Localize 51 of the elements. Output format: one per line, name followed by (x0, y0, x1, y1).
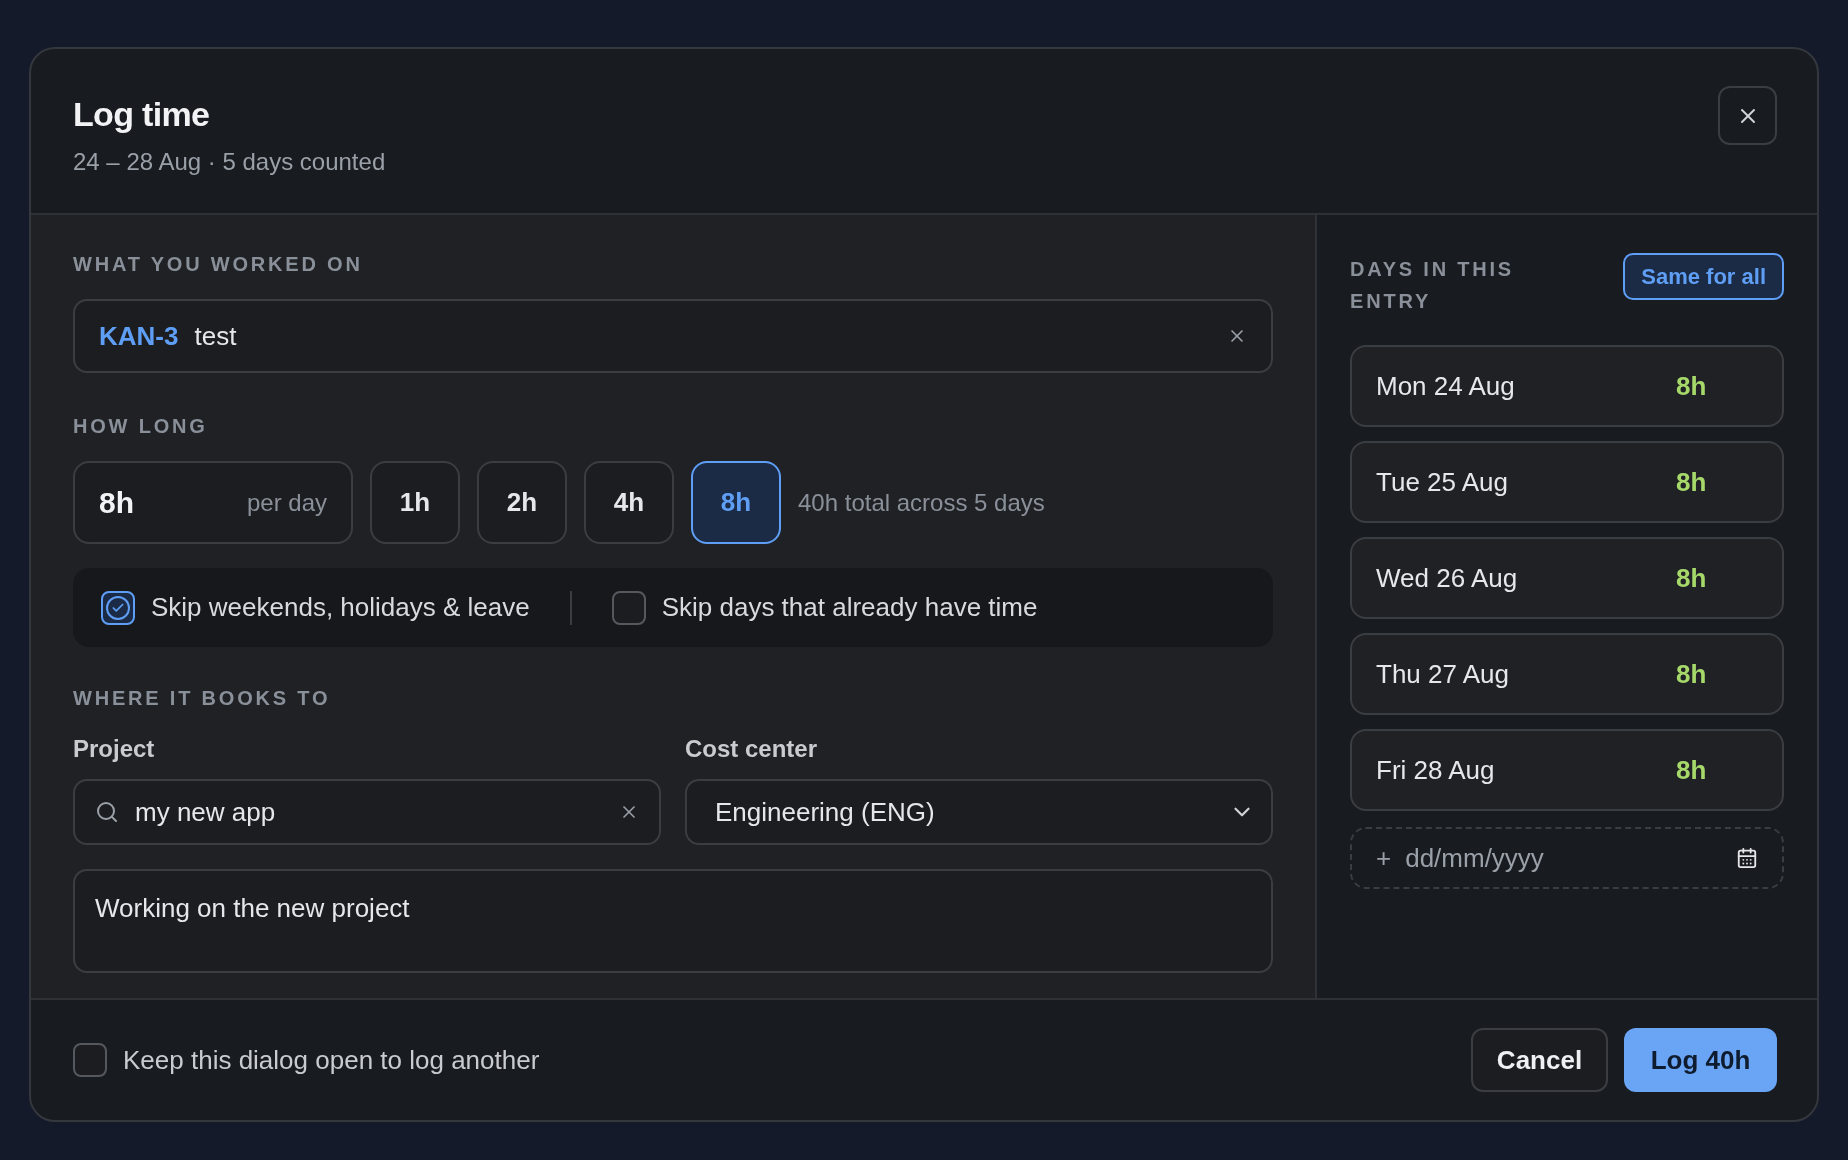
calendar-icon[interactable] (1736, 847, 1758, 869)
option-label: Skip days that already have time (661, 591, 1038, 624)
issue-title: test (194, 319, 238, 353)
task-field[interactable]: KAN-3 test (73, 299, 1273, 373)
field-label: Cost center (685, 734, 819, 764)
field-label: Project (73, 734, 156, 764)
preset-button[interactable]: 1h (370, 461, 460, 544)
description-field[interactable]: Working on the new project (73, 869, 1273, 973)
day-row[interactable]: Fri 28 Aug 8h (1350, 729, 1784, 811)
hours-per-day-field[interactable]: 8h per day (73, 461, 353, 544)
day-hours: 8h (1676, 657, 1707, 691)
day-date: Mon 24 Aug (1376, 369, 1516, 403)
submit-button[interactable]: Log 40h (1624, 1028, 1777, 1092)
day-row[interactable]: Thu 27 Aug 8h (1350, 633, 1784, 715)
dialog-title: Log time (73, 94, 211, 135)
day-date: Tue 25 Aug (1376, 465, 1510, 499)
day-hours: 8h (1676, 753, 1707, 787)
search-icon (95, 800, 119, 824)
checkbox[interactable] (73, 1043, 107, 1077)
day-row[interactable]: Mon 24 Aug 8h (1350, 345, 1784, 427)
section-label: HOW LONG (73, 414, 209, 439)
section-label: DAYS IN THIS ENTRY (1350, 257, 1515, 314)
day-date: Wed 26 Aug (1376, 561, 1519, 595)
day-hours: 8h (1676, 561, 1707, 595)
section-label: WHERE IT BOOKS TO (73, 686, 332, 711)
preset-button[interactable]: 2h (477, 461, 567, 544)
checkbox[interactable] (611, 590, 646, 625)
day-date: Fri 28 Aug (1376, 753, 1496, 787)
checked-checkbox[interactable] (101, 590, 135, 625)
day-hours: 8h (1676, 465, 1707, 499)
total-summary: 40h total across 5 days (798, 487, 1045, 518)
cost-center-dropdown[interactable]: Engineering (ENG) (685, 779, 1273, 845)
section-label: WHAT YOU WORKED ON (73, 252, 364, 277)
check-icon (106, 595, 130, 620)
preset-button[interactable]: 4h (584, 461, 674, 544)
day-row[interactable]: Tue 25 Aug 8h (1350, 441, 1784, 523)
day-date: Thu 27 Aug (1376, 657, 1510, 691)
preset-button[interactable]: 8h (691, 461, 781, 544)
close-button[interactable] (1718, 86, 1777, 145)
issue-key: KAN-3 (99, 316, 179, 356)
unit-label: per day (246, 487, 327, 518)
dialog-subtitle: 24 – 28 Aug · 5 days counted (73, 147, 386, 177)
cancel-button[interactable]: Cancel (1471, 1028, 1608, 1092)
add-date-field[interactable]: + dd/mm/yyyy (1350, 827, 1784, 889)
plus-icon: + (1376, 838, 1392, 878)
option-label: Skip weekends, holidays & leave (151, 591, 530, 624)
day-hours: 8h (1676, 369, 1707, 403)
day-row[interactable]: Wed 26 Aug 8h (1350, 537, 1784, 619)
same-for-all-button[interactable]: Same for all (1623, 253, 1784, 300)
keep-open-label: Keep this dialog open to log another (123, 1043, 540, 1077)
project-search-field[interactable]: my new app (73, 779, 661, 845)
